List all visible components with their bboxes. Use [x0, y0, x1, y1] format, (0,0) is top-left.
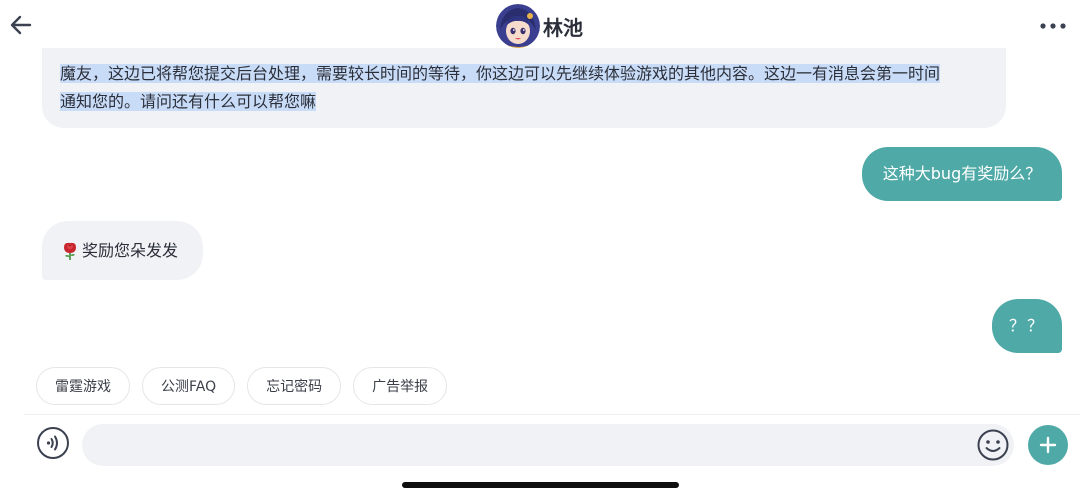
- smiley-icon: [977, 429, 1009, 461]
- back-button[interactable]: [6, 10, 36, 40]
- rose-icon: [64, 242, 76, 260]
- message-bubble-user[interactable]: 这种大bug有奖励么？: [862, 147, 1062, 201]
- quick-reply-chip[interactable]: 广告举报: [353, 367, 448, 405]
- quick-reply-chip[interactable]: 公测FAQ: [142, 367, 236, 405]
- message-bubble-agent[interactable]: 奖励您朵发发: [42, 221, 203, 280]
- message-text-line: 通知您的。请问还有什么可以帮您嘛: [60, 92, 317, 111]
- message-text: 这种大bug有奖励么？: [882, 164, 1042, 183]
- ellipsis-icon: [1040, 23, 1066, 29]
- message-bubble-agent[interactable]: 魔友，这边已将帮您提交后台处理，需要较长时间的等待，你这边可以先继续体验游戏的其…: [42, 48, 1006, 128]
- emoji-button[interactable]: [976, 428, 1010, 462]
- voice-input-button[interactable]: [36, 426, 70, 460]
- more-options-button[interactable]: [1038, 12, 1068, 40]
- chat-title-group: 林池: [496, 4, 583, 48]
- plus-icon: [1039, 436, 1057, 454]
- quick-reply-chip[interactable]: 忘记密码: [247, 367, 342, 405]
- message-input[interactable]: [82, 424, 1014, 466]
- voice-icon: [37, 427, 69, 459]
- chat-header: 林池: [0, 0, 1080, 52]
- message-bubble-user[interactable]: ？？: [992, 299, 1062, 353]
- message-text: ？？: [1008, 316, 1045, 335]
- quick-reply-chip[interactable]: 雷霆游戏: [36, 367, 130, 405]
- divider: [24, 414, 1080, 415]
- avatar[interactable]: [496, 4, 540, 48]
- quick-replies: 雷霆游戏 公测FAQ 忘记密码 广告举报: [36, 367, 448, 405]
- add-attachment-button[interactable]: [1028, 425, 1068, 465]
- arrow-left-icon: [10, 15, 32, 35]
- page-title: 林池: [543, 15, 583, 40]
- message-text: 奖励您朵发发: [82, 240, 179, 260]
- message-text-line: 魔友，这边已将帮您提交后台处理，需要较长时间的等待，你这边可以先继续体验游戏的其…: [60, 64, 941, 83]
- home-indicator[interactable]: [402, 482, 679, 488]
